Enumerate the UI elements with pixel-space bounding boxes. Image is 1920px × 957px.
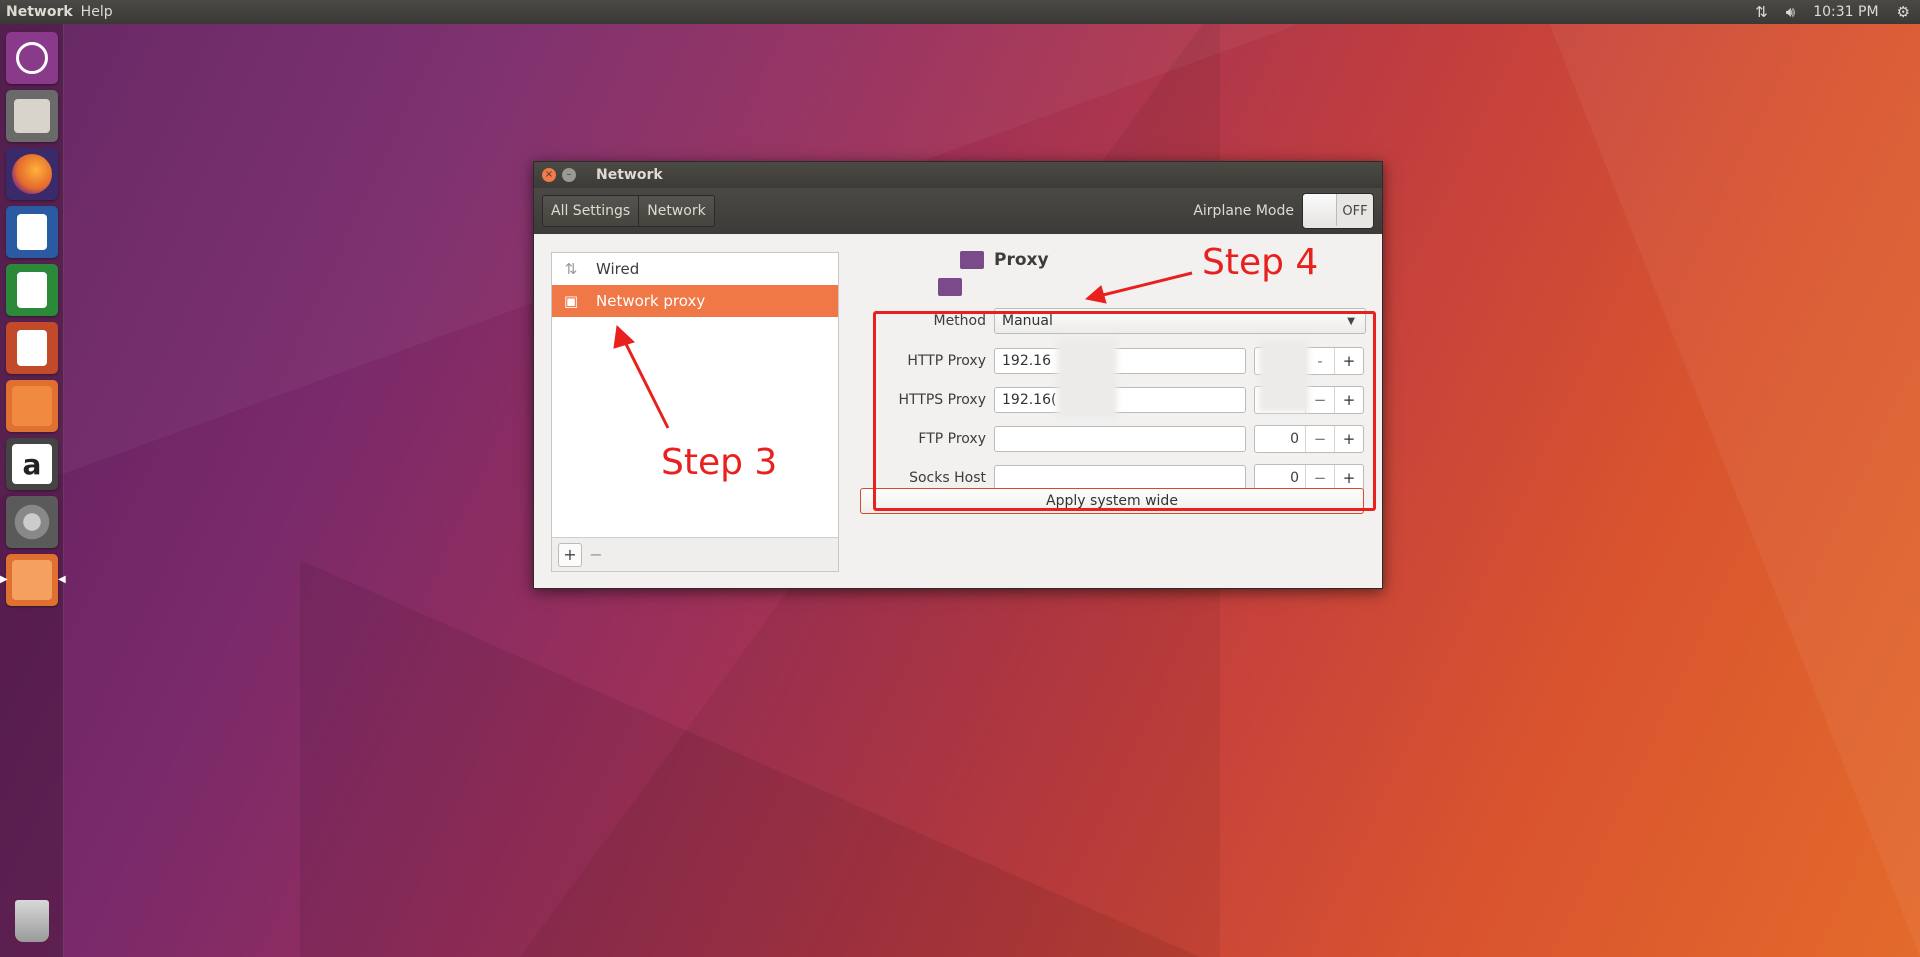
step4-arrow [1102, 271, 1193, 297]
step4-arrowhead [1084, 285, 1107, 304]
step3-arrow [622, 339, 670, 429]
step3-arrowhead [613, 324, 635, 349]
annotation-arrows [613, 271, 1193, 429]
